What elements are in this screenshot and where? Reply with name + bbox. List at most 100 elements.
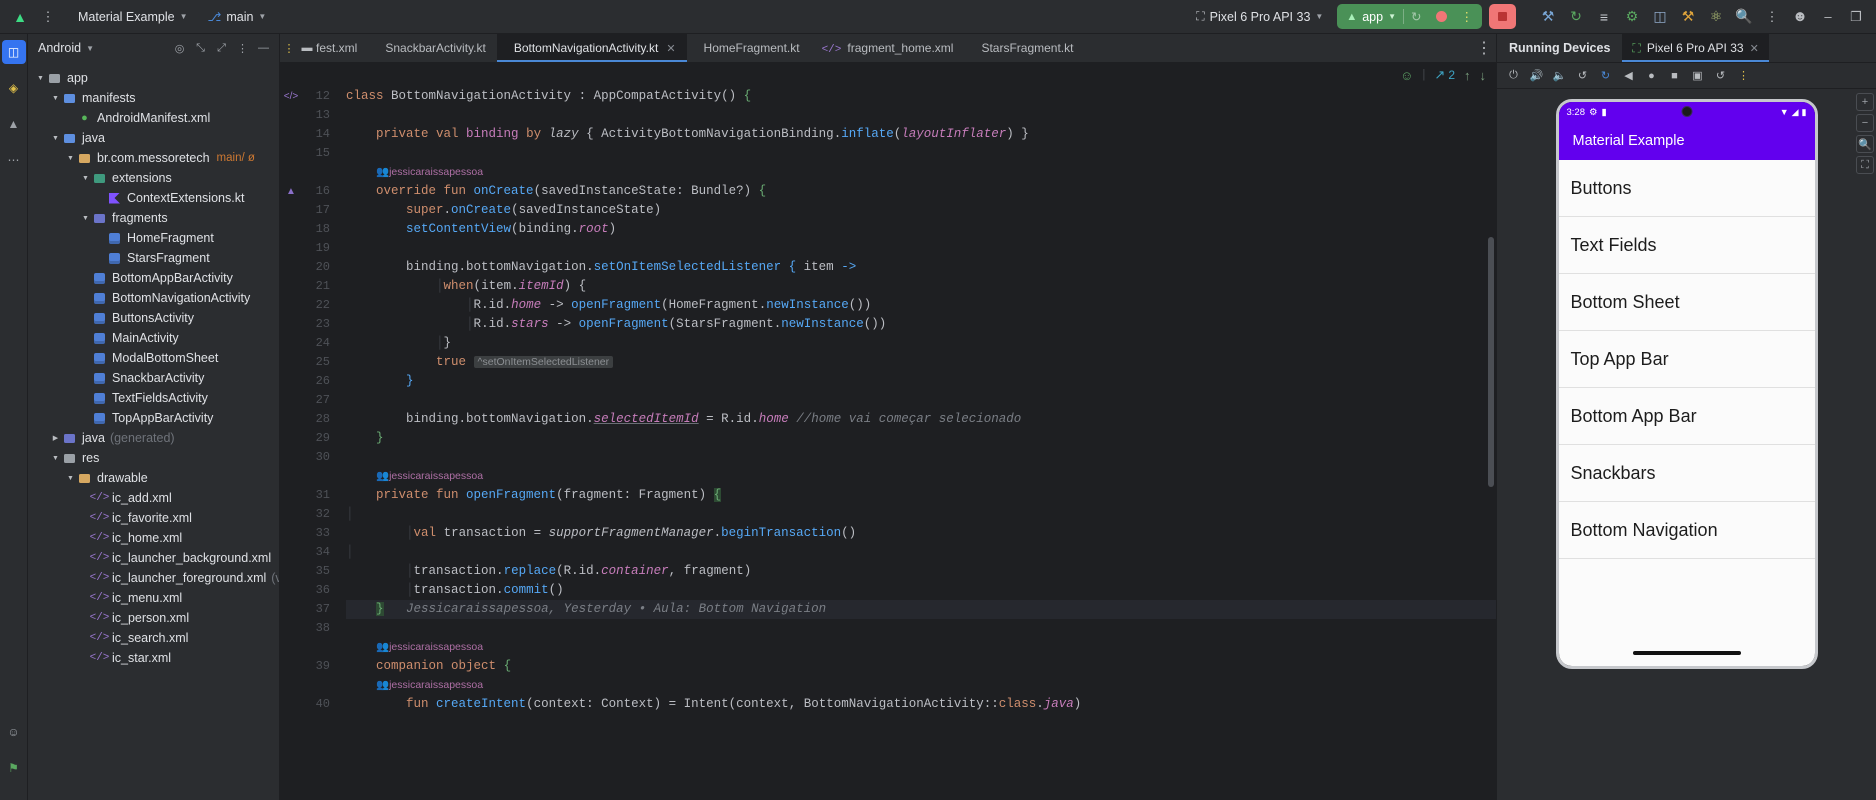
- rerun-button[interactable]: ↻: [1404, 6, 1428, 27]
- collapse-arrow-icon[interactable]: [49, 95, 62, 102]
- editor-scrollbar-thumb[interactable]: [1488, 237, 1494, 487]
- commit-icon[interactable]: ◈: [2, 76, 26, 100]
- device-display-stage[interactable]: 3:28 ⚙ ▮ ▼ ◢ ▮ Material Example Buttons T: [1497, 89, 1876, 800]
- tree-node-androidmanifest-xml[interactable]: ● AndroidManifest.xml: [28, 108, 279, 128]
- device-more-icon[interactable]: ⋮: [1733, 66, 1754, 86]
- more-options-icon[interactable]: ⋮: [1758, 4, 1786, 30]
- zoom-actual-icon[interactable]: 🔍: [1856, 135, 1874, 153]
- app-menu-list[interactable]: Buttons Text Fields Bottom Sheet Top App Ba…: [1558, 160, 1815, 640]
- emulator-screen[interactable]: 3:28 ⚙ ▮ ▼ ◢ ▮ Material Example Buttons T: [1555, 99, 1818, 669]
- editor-source-code[interactable]: class BottomNavigationActivity : AppComp…: [332, 87, 1496, 800]
- editor-tab-starsfragment-kt[interactable]: StarsFragment.kt: [964, 34, 1084, 62]
- resource-manager-icon[interactable]: ▲: [2, 112, 26, 136]
- override-icon[interactable]: ▲: [280, 182, 302, 201]
- collapse-arrow-icon[interactable]: [49, 455, 62, 462]
- app-menu-item-top-app-bar[interactable]: Top App Bar: [1558, 331, 1815, 388]
- tree-node-snackbaractivity[interactable]: SnackbarActivity: [28, 368, 279, 388]
- tree-node-extensions[interactable]: extensions: [28, 168, 279, 188]
- tree-node-fragments[interactable]: fragments: [28, 208, 279, 228]
- record-button[interactable]: [1429, 6, 1454, 27]
- tree-node-ic-launcher-foreground-xml[interactable]: </>ic_launcher_foreground.xml (v2: [28, 568, 279, 588]
- tree-node-mainactivity[interactable]: MainActivity: [28, 328, 279, 348]
- make-project-icon[interactable]: ⚛: [1702, 4, 1730, 30]
- tree-node-starsfragment[interactable]: StarsFragment: [28, 248, 279, 268]
- android-logo-icon[interactable]: ▲: [6, 4, 34, 30]
- collapse-arrow-icon[interactable]: [79, 215, 92, 222]
- tree-node-topappbaractivity[interactable]: TopAppBarActivity: [28, 408, 279, 428]
- collapse-arrow-icon[interactable]: [49, 135, 62, 142]
- editor-tab-bottomnavigationactivity-kt[interactable]: BottomNavigationActivity.kt ✕: [496, 34, 687, 62]
- volume-down-icon[interactable]: 🔈: [1549, 66, 1570, 86]
- hide-panel-icon[interactable]: —: [254, 39, 273, 58]
- run-config-selector[interactable]: ▲ app ▼: [1339, 6, 1403, 27]
- tree-node-ic-person-xml[interactable]: </> ic_person.xml: [28, 608, 279, 628]
- editor-tabs-menu-icon[interactable]: ⋮: [1472, 34, 1496, 62]
- restore-window-icon[interactable]: ❐: [1842, 4, 1870, 30]
- editor-tab-snackbaractivity-kt[interactable]: SnackbarActivity.kt: [368, 34, 496, 62]
- back-button-icon[interactable]: ◀: [1618, 66, 1639, 86]
- tree-node-textfieldsactivity[interactable]: TextFieldsActivity: [28, 388, 279, 408]
- collapse-arrow-icon[interactable]: [34, 75, 47, 82]
- zoom-out-icon[interactable]: −: [1856, 114, 1874, 132]
- rotate-left-icon[interactable]: ↺: [1572, 66, 1593, 86]
- collapse-all-icon[interactable]: ⤢: [212, 39, 231, 58]
- device-selector[interactable]: ⛶ Pixel 6 Pro API 33 ▼: [1190, 6, 1329, 27]
- close-tab-icon[interactable]: ✕: [666, 42, 675, 55]
- app-menu-item-bottom-navigation[interactable]: Bottom Navigation: [1558, 502, 1815, 559]
- app-menu-item-text-fields[interactable]: Text Fields: [1558, 217, 1815, 274]
- next-highlight-icon[interactable]: ↓: [1480, 68, 1487, 83]
- collapse-arrow-icon[interactable]: [64, 155, 77, 162]
- tree-node-homefragment[interactable]: HomeFragment: [28, 228, 279, 248]
- tree-node-res[interactable]: res: [28, 448, 279, 468]
- editor-tab-homefragment-kt[interactable]: HomeFragment.kt: [687, 34, 811, 62]
- code-fold-icon[interactable]: </>: [280, 87, 302, 106]
- tree-node-ic-launcher-background-xml[interactable]: </> ic_launcher_background.xml: [28, 548, 279, 568]
- minimize-window-icon[interactable]: –: [1814, 4, 1842, 30]
- problems-icon[interactable]: ☺: [2, 720, 26, 744]
- tree-node-bottomappbaractivity[interactable]: BottomAppBarActivity: [28, 268, 279, 288]
- volume-up-icon[interactable]: 🔊: [1526, 66, 1547, 86]
- main-menu-icon[interactable]: ⋮: [34, 4, 62, 30]
- tree-node-java[interactable]: java (generated): [28, 428, 279, 448]
- tree-node-manifests[interactable]: manifests: [28, 88, 279, 108]
- code-editor[interactable]: </> ▲ 12 13 14 15 16 17 18 19 20 21 22 23 24 25 26 27 28 2…: [280, 87, 1496, 800]
- inspections-ok-icon[interactable]: ☺: [1400, 68, 1413, 83]
- overview-button-icon[interactable]: ■: [1664, 66, 1685, 86]
- rotate-right-icon[interactable]: ↻: [1595, 66, 1616, 86]
- app-menu-item-snackbars[interactable]: Snackbars: [1558, 445, 1815, 502]
- tree-node-ic-home-xml[interactable]: </> ic_home.xml: [28, 528, 279, 548]
- stop-button[interactable]: [1489, 4, 1516, 29]
- tree-node-ic-star-xml[interactable]: </> ic_star.xml: [28, 648, 279, 668]
- tree-node-java[interactable]: java: [28, 128, 279, 148]
- tree-node-ic-add-xml[interactable]: </> ic_add.xml: [28, 488, 279, 508]
- editor-tab-fest-xml[interactable]: fest.xml: [316, 34, 368, 62]
- device-tab-pixel6pro[interactable]: ⛶ Pixel 6 Pro API 33 ✕: [1622, 34, 1770, 62]
- collapse-arrow-icon[interactable]: [64, 475, 77, 482]
- tree-node-buttonsactivity[interactable]: ButtonsActivity: [28, 308, 279, 328]
- sdk-tools-icon[interactable]: ⚒: [1674, 4, 1702, 30]
- build-hammer-icon[interactable]: ⚒: [1534, 4, 1562, 30]
- android-gesture-nav-bar[interactable]: [1558, 640, 1815, 666]
- highlight-count[interactable]: ↗ 2: [1434, 67, 1455, 83]
- select-opened-file-icon[interactable]: ◎: [170, 39, 189, 58]
- tab-list-options-icon[interactable]: ⋮: [280, 34, 298, 62]
- branch-selector[interactable]: ⎇ main ▼: [202, 7, 273, 27]
- search-everywhere-icon[interactable]: 🔍: [1730, 4, 1758, 30]
- project-view-icon[interactable]: ◫: [1, 40, 26, 64]
- hide-editor-tabs-icon[interactable]: ▬: [298, 34, 316, 62]
- project-file-tree[interactable]: app manifests ● AndroidManifest.xml java br.c…: [28, 62, 279, 800]
- tree-node-modalbottomsheet[interactable]: ModalBottomSheet: [28, 348, 279, 368]
- tree-node-br-com-messoretech[interactable]: br.com.messoretech main/ ø: [28, 148, 279, 168]
- app-menu-item-buttons[interactable]: Buttons: [1558, 160, 1815, 217]
- collapse-arrow-icon[interactable]: [79, 175, 92, 182]
- previous-highlight-icon[interactable]: ↑: [1464, 68, 1471, 83]
- power-button-icon[interactable]: ⏻: [1503, 66, 1524, 86]
- close-device-tab-icon[interactable]: ✕: [1750, 42, 1759, 55]
- account-icon[interactable]: ☻: [1786, 4, 1814, 30]
- bookmarks-icon[interactable]: ⚑: [2, 756, 26, 780]
- expand-all-icon[interactable]: ⤡: [191, 39, 210, 58]
- more-tool-windows-icon[interactable]: ⋯: [2, 148, 26, 172]
- app-menu-item-bottom-app-bar[interactable]: Bottom App Bar: [1558, 388, 1815, 445]
- tree-node-ic-search-xml[interactable]: </> ic_search.xml: [28, 628, 279, 648]
- device-explorer-icon[interactable]: ◫: [1646, 4, 1674, 30]
